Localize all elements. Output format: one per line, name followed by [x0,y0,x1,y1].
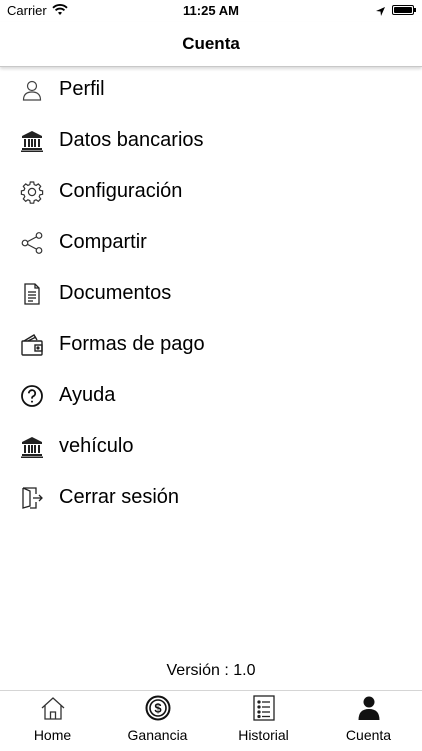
bank-icon [20,435,44,459]
menu-item-label: Cerrar sesión [59,486,180,508]
wallet-icon [20,333,44,357]
dollar-coin-icon: $ [145,695,171,721]
menu-item-ayuda[interactable]: Ayuda [0,372,422,423]
menu-item-label: Perfil [59,78,105,100]
share-icon [20,231,44,255]
tab-label: Home [33,727,72,743]
menu-item-vehiculo[interactable]: vehículo [0,423,422,474]
menu-item-formas-de-pago[interactable]: Formas de pago [0,321,422,372]
list-icon [251,695,277,721]
help-icon [20,384,44,408]
app-version: Versión : 1.0 [166,662,256,679]
tab-label: Cuenta [345,727,392,743]
tab-cuenta[interactable]: Cuenta [316,691,421,751]
bank-icon [20,129,44,153]
tab-home[interactable]: Home [0,691,105,751]
person-icon [20,78,44,102]
svg-text:$: $ [154,701,162,716]
account-menu: Perfil Datos bancarios Configuración Com… [0,66,422,525]
document-icon [20,282,44,306]
status-bar: Carrier 11:25 AM [0,0,422,22]
menu-item-compartir[interactable]: Compartir [0,219,422,270]
menu-item-label: Datos bancarios [59,129,204,151]
menu-item-label: Configuración [59,180,183,202]
menu-item-label: Ayuda [59,384,116,406]
home-icon [40,695,66,721]
menu-item-label: Formas de pago [59,333,205,355]
status-time: 11:25 AM [183,3,239,18]
menu-item-label: Compartir [59,231,147,253]
menu-item-configuracion[interactable]: Configuración [0,168,422,219]
tab-bar: Home $ Ganancia Historial Cuenta [0,690,422,751]
menu-item-documentos[interactable]: Documentos [0,270,422,321]
person-filled-icon [356,695,382,721]
navigation-bar: Cuenta [0,22,422,67]
gear-icon [20,180,44,204]
menu-item-label: Documentos [59,282,172,304]
location-arrow-icon [375,5,386,20]
tab-label: Ganancia [127,727,188,743]
tab-ganancia[interactable]: $ Ganancia [105,691,210,751]
battery-icon [392,5,416,15]
page-title: Cuenta [182,34,240,53]
logout-icon [20,486,44,510]
menu-item-perfil[interactable]: Perfil [0,66,422,117]
menu-item-label: vehículo [59,435,134,457]
menu-item-datos-bancarios[interactable]: Datos bancarios [0,117,422,168]
tab-historial[interactable]: Historial [211,691,316,751]
menu-item-cerrar-sesion[interactable]: Cerrar sesión [0,474,422,525]
tab-label: Historial [238,727,289,743]
